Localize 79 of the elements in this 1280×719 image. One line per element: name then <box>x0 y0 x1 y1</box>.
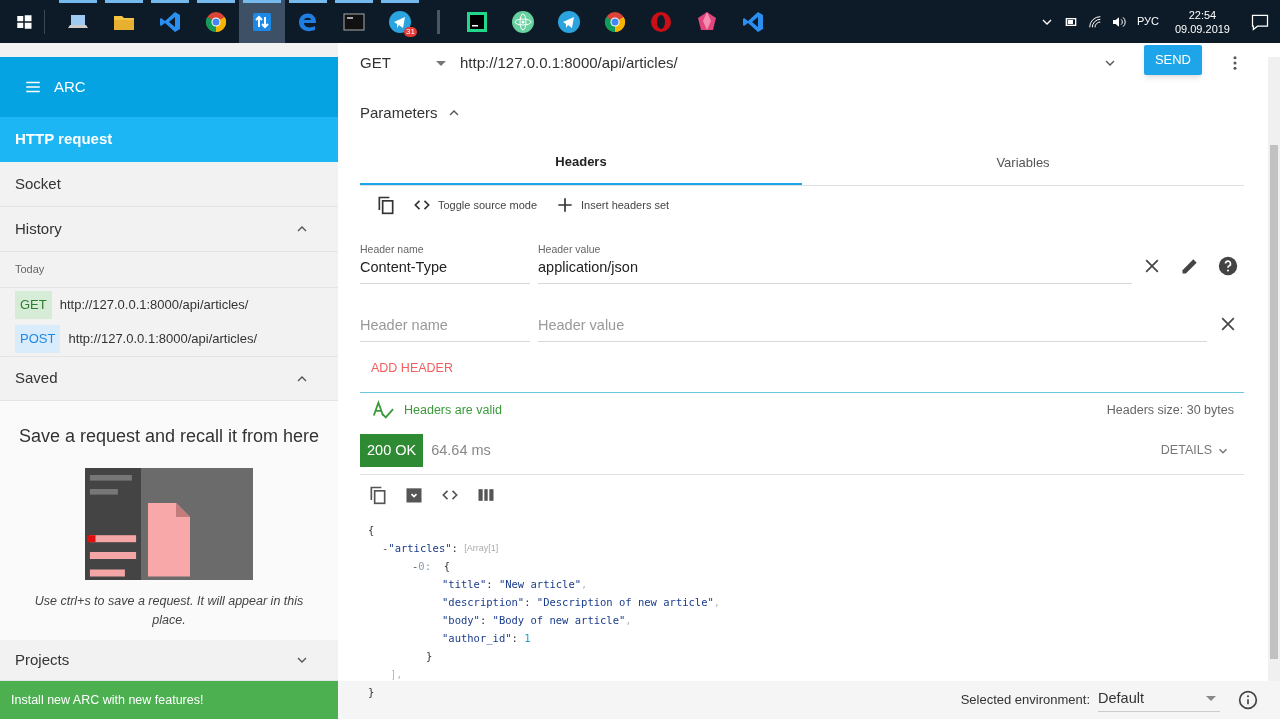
dropdown-arrow-icon <box>436 60 446 66</box>
dropdown-arrow-icon <box>1206 696 1216 701</box>
start-icon[interactable] <box>15 12 33 31</box>
parameters-toggle[interactable]: Parameters <box>360 89 462 137</box>
json-brace: } <box>426 650 433 662</box>
wifi-icon[interactable] <box>1086 13 1103 30</box>
json-colon: : <box>479 613 487 628</box>
environment-dropdown[interactable]: Default <box>1098 687 1220 713</box>
json-comma: , <box>713 595 721 610</box>
ribbon-app-icon <box>741 9 765 34</box>
json-key: "title" <box>442 575 487 593</box>
json-string: "Description of new article" <box>536 595 714 610</box>
method-label: POST <box>15 325 61 353</box>
status-code: 200 OK <box>360 433 424 468</box>
clock[interactable]: 22:54 09.09.2019 <box>1168 7 1236 36</box>
json-colon: : <box>486 577 493 592</box>
json-brace: } <box>368 686 375 698</box>
method-dropdown[interactable]: GET <box>360 49 450 77</box>
copy-icon[interactable] <box>368 485 388 505</box>
browser-icon <box>603 9 627 34</box>
tab[interactable]: Headers <box>360 141 802 185</box>
clock-time: 22:54 <box>1188 7 1217 22</box>
json-key: "articles" <box>388 539 452 557</box>
history-entry[interactable]: GET http://127.0.0.1:8000/api/articles/ <box>0 288 338 322</box>
method-label: GET <box>15 291 52 319</box>
atom-icon <box>511 9 535 34</box>
header-name-field[interactable]: Header name Content-Type <box>360 241 530 284</box>
response-time: 64.64 ms <box>431 440 491 460</box>
pc-app-icon <box>465 9 489 34</box>
json-colon: : <box>524 595 531 610</box>
copy-icon[interactable] <box>376 195 396 215</box>
headers-size: Headers size: 30 bytes <box>1106 401 1234 419</box>
clock-date: 09.09.2019 <box>1174 21 1230 36</box>
scrollbar-thumb[interactable] <box>1270 145 1278 659</box>
json-comma: , <box>581 577 588 592</box>
collapse-toggle[interactable]: - <box>412 557 419 575</box>
request-url: http://127.0.0.1:8000/api/articles/ <box>68 330 258 349</box>
json-key: "author_id" <box>442 629 512 647</box>
json-key: 0: <box>418 557 431 575</box>
section-header[interactable]: Saved <box>0 356 338 401</box>
json-comma: , <box>625 613 632 628</box>
json-key: "body" <box>442 611 480 629</box>
browser-icon <box>204 9 228 34</box>
app-title: ARC <box>54 76 86 97</box>
language-indicator[interactable]: РУС <box>1134 13 1161 30</box>
collapse-toggle[interactable]: - <box>382 539 389 557</box>
json-brace: { <box>443 559 450 574</box>
type-hint: [Array[1] <box>464 542 499 555</box>
json-brace: ], <box>390 668 403 680</box>
json-colon: : <box>451 541 458 556</box>
request-url: http://127.0.0.1:8000/api/articles/ <box>59 296 249 315</box>
spellcheck-icon <box>372 399 394 421</box>
json-string: "Body of new article" <box>492 613 626 628</box>
json-key: "description" <box>442 593 525 611</box>
badge-count: 31 <box>404 27 417 37</box>
json-number: 1 <box>524 631 531 646</box>
validation-message: Headers are valid <box>404 401 502 419</box>
details-button[interactable]: DETAILS <box>1160 441 1230 460</box>
tab[interactable]: Variables <box>802 141 1244 185</box>
help-icon[interactable] <box>1218 256 1238 276</box>
json-string: "New article" <box>498 577 582 592</box>
toolbar-button[interactable]: Toggle source mode <box>412 195 538 215</box>
url-field[interactable]: http://127.0.0.1:8000/api/articles/ <box>460 49 1124 77</box>
ribbon-app-icon <box>158 9 182 34</box>
json-brace: { <box>368 523 375 538</box>
toolbar-button[interactable]: Insert headers set <box>555 195 670 215</box>
paper-plane-icon <box>557 9 581 34</box>
pencil-icon[interactable] <box>1180 256 1200 276</box>
info-icon[interactable] <box>1238 690 1258 710</box>
header-value-field[interactable]: Header value application/json <box>538 241 1132 284</box>
empty-state-hint: Use ctrl+s to save a request. It will appear in this place. <box>33 593 305 629</box>
save-icon[interactable] <box>404 485 424 505</box>
history-entry[interactable]: POST http://127.0.0.1:8000/api/articles/ <box>0 322 338 356</box>
group-label: Today <box>0 252 338 288</box>
environment-label: Selected environment: <box>960 691 1090 710</box>
json-colon: : <box>511 631 518 646</box>
ring-icon <box>649 9 673 34</box>
empty-state-title: Save a request and recall it from here <box>18 425 320 448</box>
taskbar-button[interactable] <box>239 0 285 43</box>
